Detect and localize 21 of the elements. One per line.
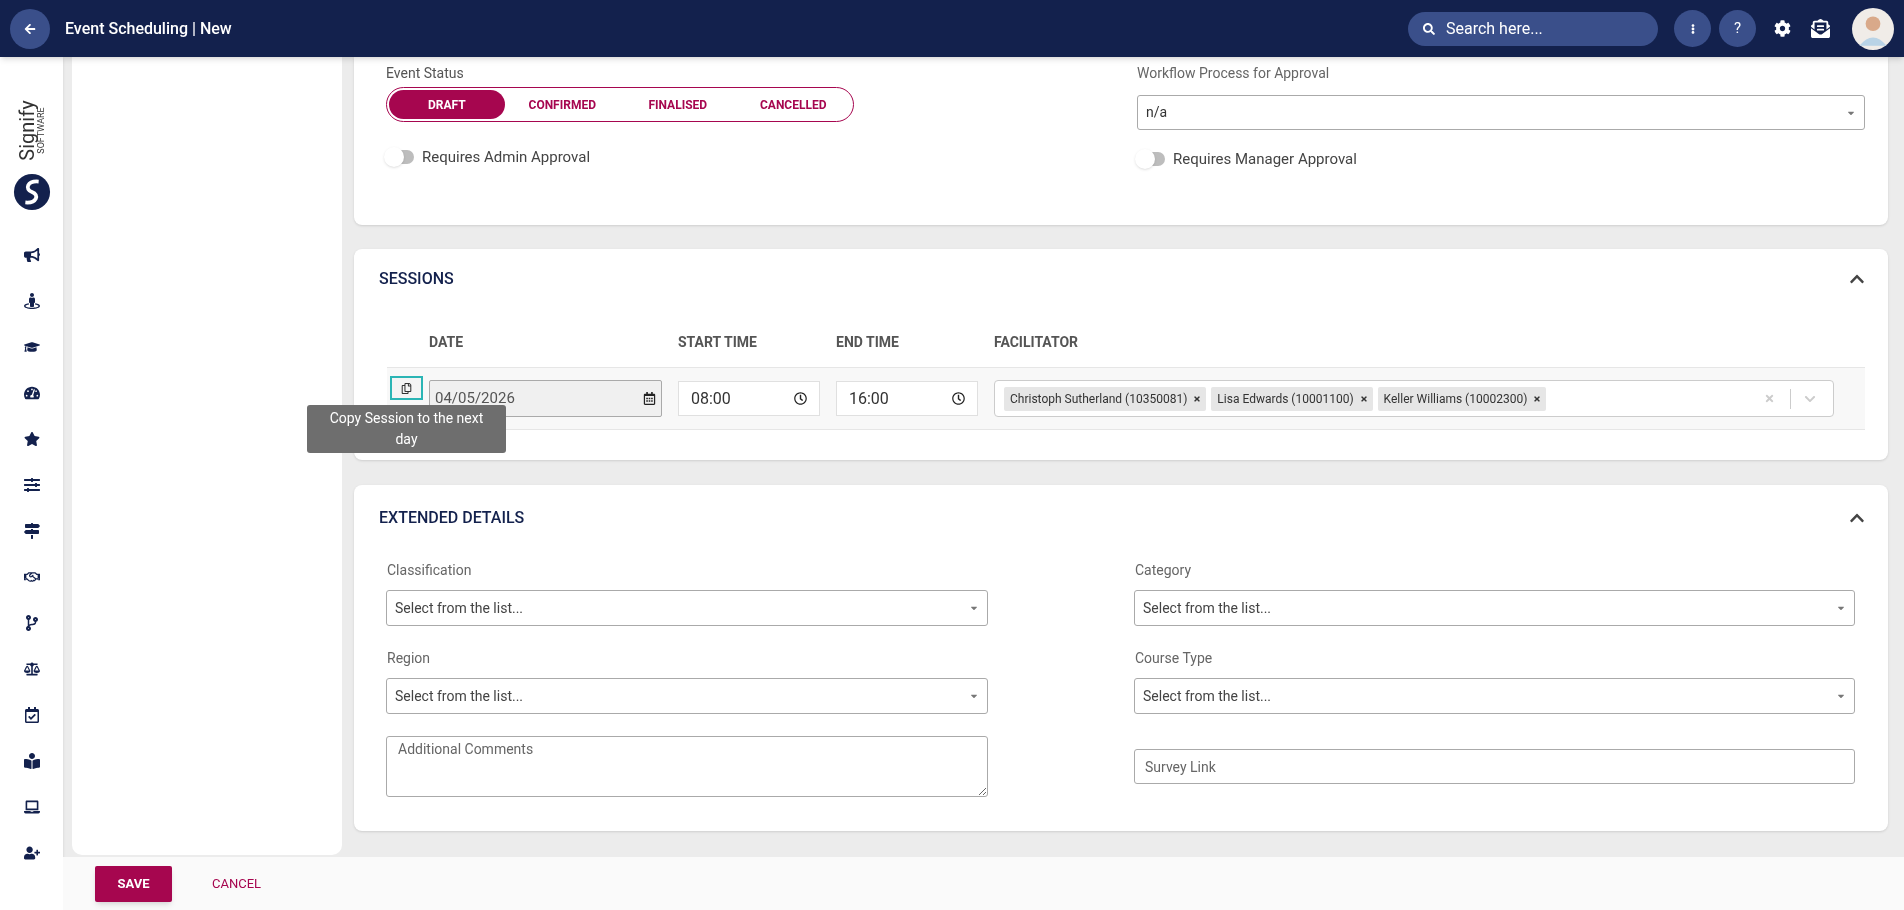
column-header: START TIME <box>678 332 758 352</box>
logo-wordmark: Signify <box>17 99 37 161</box>
logo-tagline: SOFTWARE <box>37 106 46 154</box>
field-label: Course Type <box>1134 649 1214 668</box>
column-header: DATE <box>429 332 465 352</box>
toggle-label: Requires Admin Approval <box>422 147 591 168</box>
event-status-label: Event Status <box>386 64 465 83</box>
field-label: Category <box>1134 561 1193 580</box>
toggle-label: Requires Manager Approval <box>1173 149 1357 170</box>
chip-label: Christoph Sutherland (10350081) <box>1010 390 1188 408</box>
chip-label: Lisa Edwards (10001100) <box>1217 390 1354 408</box>
workflow-label: Workflow Process for Approval <box>1137 64 1331 83</box>
sessions-title: SESSIONS <box>379 267 454 290</box>
field-label: Region <box>386 649 432 668</box>
page-title: Event Scheduling | New <box>65 17 232 40</box>
extended-details-title: EXTENDED DETAILS <box>379 507 525 529</box>
tooltip: Copy Session to the next day <box>307 405 506 453</box>
field-label: Classification <box>386 561 473 580</box>
chip-label: Keller Williams (10002300) <box>1383 390 1528 408</box>
column-header: END TIME <box>836 332 900 352</box>
column-header: FACILITATOR <box>994 332 1079 352</box>
